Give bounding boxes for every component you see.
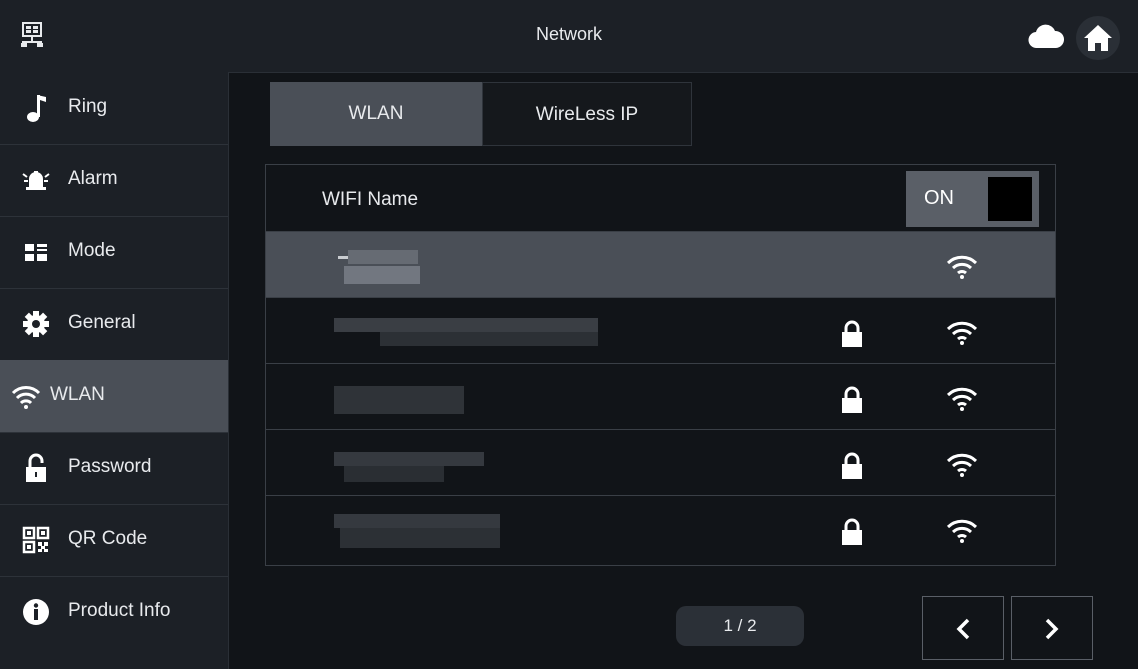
lock-icon: [842, 386, 862, 413]
sidebar-item-ring[interactable]: Ring: [0, 72, 228, 145]
cloud-icon: [1028, 24, 1064, 49]
tab-wireless-ip[interactable]: WireLess IP: [482, 82, 692, 146]
toggle-knob: [988, 177, 1032, 221]
lock-icon: [842, 518, 862, 545]
wifi-network-row[interactable]: [266, 495, 1055, 562]
wifi-list-panel: WIFI Name ON: [265, 164, 1056, 566]
page-title: Network: [535, 24, 602, 44]
wifi-network-row[interactable]: [266, 297, 1055, 364]
sidebar-item-label: WLAN: [50, 384, 105, 405]
info-icon: [23, 599, 49, 625]
sidebar-item-label: General: [68, 312, 136, 333]
sidebar: Ring Alarm Mode General WLAN Password QR…: [0, 72, 229, 669]
sidebar-item-password[interactable]: Password: [0, 432, 228, 505]
top-bar: Network: [0, 0, 1138, 73]
tab-wlan[interactable]: WLAN: [270, 82, 482, 146]
gear-icon: [23, 311, 49, 337]
wifi-name-label: WIFI Name: [322, 189, 419, 210]
sidebar-item-product-info[interactable]: Product Info: [0, 576, 228, 648]
wifi-network-row[interactable]: [266, 363, 1055, 430]
sidebar-item-label: Product Info: [68, 600, 171, 621]
sidebar-item-label: QR Code: [68, 528, 148, 549]
sidebar-item-mode[interactable]: Mode: [0, 216, 228, 289]
wifi-icon: [11, 386, 41, 409]
sidebar-item-wlan[interactable]: WLAN: [0, 360, 228, 433]
wifi-signal-icon: [946, 321, 978, 345]
sidebar-item-label: Mode: [68, 240, 116, 261]
music-note-icon: [27, 95, 46, 122]
wifi-signal-icon: [946, 387, 978, 411]
page-indicator: 1 / 2: [676, 606, 804, 646]
alarm-icon: [22, 171, 50, 190]
next-page-button[interactable]: [1011, 596, 1093, 660]
wifi-toggle[interactable]: ON: [906, 171, 1039, 227]
sidebar-item-label: Password: [68, 456, 152, 477]
mode-icon: [25, 244, 47, 261]
lock-icon: [842, 320, 862, 347]
wifi-network-row[interactable]: [266, 231, 1055, 298]
sidebar-item-alarm[interactable]: Alarm: [0, 144, 228, 217]
sidebar-item-label: Alarm: [68, 168, 118, 189]
toggle-state-label: ON: [924, 187, 954, 209]
sidebar-item-general[interactable]: General: [0, 288, 228, 361]
sidebar-item-label: Ring: [68, 96, 108, 117]
wifi-signal-icon: [946, 453, 978, 477]
qr-code-icon: [22, 526, 50, 554]
sidebar-item-qr-code[interactable]: QR Code: [0, 504, 228, 577]
wifi-network-row[interactable]: [266, 429, 1055, 496]
wifi-list-header: WIFI Name ON: [266, 165, 1055, 231]
wifi-signal-icon: [946, 255, 978, 279]
wifi-signal-icon: [946, 519, 978, 543]
lock-icon: [842, 452, 862, 479]
chevron-left-icon: [956, 618, 970, 640]
lock-icon: [26, 453, 46, 482]
chevron-right-icon: [1045, 618, 1059, 640]
previous-page-button[interactable]: [922, 596, 1004, 660]
home-button[interactable]: [1076, 16, 1120, 60]
home-icon: [1084, 25, 1112, 51]
